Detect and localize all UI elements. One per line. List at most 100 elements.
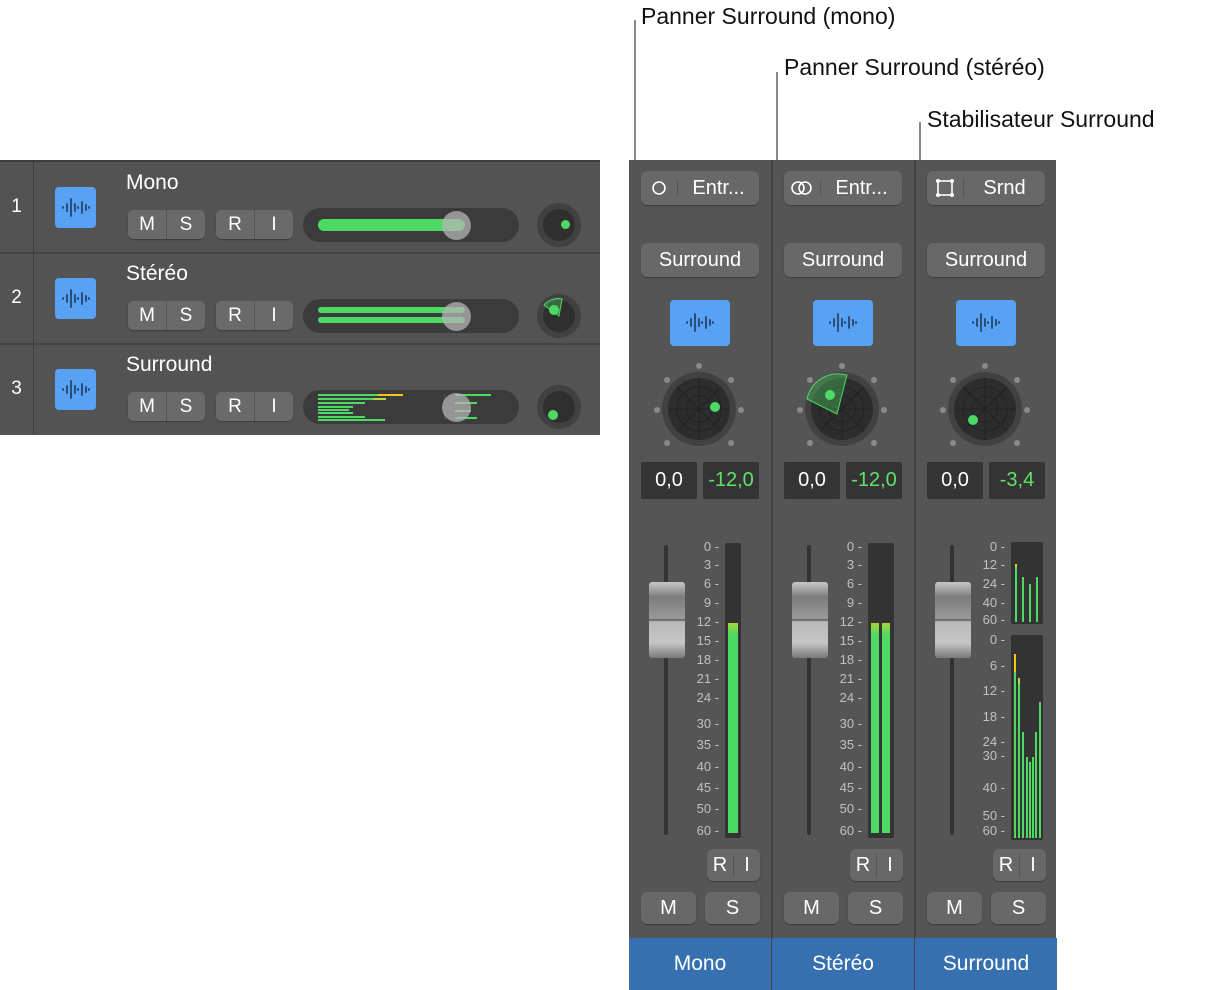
mute-button[interactable]: M: [128, 392, 166, 421]
meter-scale-label: 9 -: [846, 595, 862, 610]
meter-scale-label: 3 -: [703, 557, 719, 572]
pan-value-field[interactable]: 0,0: [927, 462, 983, 499]
pan-value-field[interactable]: 0,0: [641, 462, 697, 499]
track-row[interactable]: 1 Mono M S R I: [0, 162, 600, 254]
volume-slider[interactable]: [303, 299, 519, 333]
input-slot[interactable]: Srnd: [927, 171, 1045, 205]
level-value-field[interactable]: -3,4: [989, 462, 1045, 499]
channel-name[interactable]: Stéréo: [772, 938, 914, 990]
meter-scale-label: 60 -: [839, 823, 862, 838]
record-input-group: R I: [993, 849, 1046, 881]
record-input-group: R I: [216, 210, 293, 239]
input-monitor-button[interactable]: I: [254, 301, 293, 330]
input-slot[interactable]: Entr...: [784, 171, 902, 205]
track-name[interactable]: Stéréo: [126, 262, 188, 286]
meter-scale-label: 35 -: [839, 737, 862, 752]
audio-waveform-icon[interactable]: [956, 300, 1016, 346]
callout-panner-mono: Panner Surround (mono): [641, 3, 896, 29]
meter-scale-label: 50 -: [696, 801, 719, 816]
level-meter: [725, 543, 741, 838]
meter-scale-label: 45 -: [696, 780, 719, 795]
mute-button[interactable]: M: [128, 210, 166, 239]
meter-scale-label: 0 -: [703, 539, 719, 554]
input-slot[interactable]: Entr...: [641, 171, 759, 205]
audio-waveform-icon[interactable]: [55, 187, 96, 228]
audio-waveform-icon[interactable]: [55, 278, 96, 319]
surround-pan-knob[interactable]: [537, 385, 581, 429]
meter-scale-label: 50 -: [982, 808, 1005, 823]
mute-button[interactable]: M: [128, 301, 166, 330]
mute-button[interactable]: M: [641, 892, 696, 924]
meter-scale-label: 24 -: [982, 734, 1005, 749]
record-enable-button[interactable]: R: [216, 210, 254, 239]
volume-fader[interactable]: [935, 582, 971, 658]
record-enable-button[interactable]: R: [216, 301, 254, 330]
surround-panner[interactable]: [792, 358, 892, 458]
record-input-group: R I: [850, 849, 903, 881]
track-name[interactable]: Surround: [126, 353, 212, 377]
output-slot[interactable]: Surround: [641, 243, 759, 277]
solo-button[interactable]: S: [848, 892, 903, 924]
input-monitor-button[interactable]: I: [254, 392, 293, 421]
callout-surround-balancer: Stabilisateur Surround: [927, 106, 1155, 132]
mute-button[interactable]: M: [927, 892, 982, 924]
volume-slider[interactable]: [303, 390, 519, 424]
channel-name[interactable]: Mono: [629, 938, 771, 990]
channel-strip-mono: Entr... Surround 0,0 -12,0 R I M S Mono: [629, 160, 773, 990]
meter-scale-label: 60 -: [696, 823, 719, 838]
meter-scale-label: 40 -: [839, 759, 862, 774]
record-enable-button[interactable]: R: [850, 853, 877, 877]
meter-scale-label: 6 -: [703, 576, 719, 591]
meter-scale-label: 18 -: [982, 709, 1005, 724]
solo-button[interactable]: S: [166, 301, 205, 330]
surround-level-meters: [1011, 542, 1043, 840]
audio-waveform-icon[interactable]: [55, 369, 96, 410]
input-monitor-button[interactable]: I: [877, 854, 903, 877]
stereo-pan-knob[interactable]: [537, 294, 581, 338]
input-label: Entr...: [692, 176, 745, 199]
channel-name[interactable]: Surround: [915, 938, 1057, 990]
record-enable-button[interactable]: R: [216, 392, 254, 421]
record-enable-button[interactable]: R: [707, 853, 734, 877]
meter-scale-label: 12 -: [839, 614, 862, 629]
track-name[interactable]: Mono: [126, 171, 179, 195]
level-value-field[interactable]: -12,0: [846, 462, 902, 499]
solo-button[interactable]: S: [166, 392, 205, 421]
input-monitor-button[interactable]: I: [1020, 854, 1046, 877]
volume-handle[interactable]: [442, 393, 471, 422]
pan-knob[interactable]: [537, 203, 581, 247]
solo-button[interactable]: S: [166, 210, 205, 239]
audio-waveform-icon[interactable]: [670, 300, 730, 346]
track-number: 1: [0, 162, 34, 252]
record-enable-button[interactable]: R: [993, 853, 1020, 877]
input-monitor-button[interactable]: I: [734, 854, 760, 877]
volume-fader[interactable]: [792, 582, 828, 658]
mute-solo-group: M S: [128, 301, 205, 330]
output-slot[interactable]: Surround: [927, 243, 1045, 277]
mute-button[interactable]: M: [784, 892, 839, 924]
input-monitor-button[interactable]: I: [254, 210, 293, 239]
meter-scale-label: 6 -: [846, 576, 862, 591]
pan-position-dot: [710, 402, 720, 412]
surround-panner[interactable]: [649, 358, 749, 458]
meter-scale-label: 24 -: [982, 576, 1005, 591]
meter-scale-label: 21 -: [839, 671, 862, 686]
volume-slider[interactable]: [303, 208, 519, 242]
volume-handle[interactable]: [442, 211, 471, 240]
meter-scale-label: 40 -: [982, 595, 1005, 610]
level-value-field[interactable]: -12,0: [703, 462, 759, 499]
volume-fader[interactable]: [649, 582, 685, 658]
solo-button[interactable]: S: [991, 892, 1046, 924]
solo-button[interactable]: S: [705, 892, 760, 924]
surround-balancer[interactable]: [935, 358, 1035, 458]
pan-value-field[interactable]: 0,0: [784, 462, 840, 499]
output-slot[interactable]: Surround: [784, 243, 902, 277]
track-row[interactable]: 2 Stéréo M S R I: [0, 253, 600, 345]
audio-waveform-icon[interactable]: [813, 300, 873, 346]
stereo-circles-icon: [784, 180, 821, 196]
meter-scale-label: 24 -: [696, 690, 719, 705]
volume-handle[interactable]: [442, 302, 471, 331]
level-meter: [868, 543, 894, 838]
input-label: Entr...: [835, 176, 888, 199]
track-row[interactable]: 3 Surround M S R I: [0, 344, 600, 434]
